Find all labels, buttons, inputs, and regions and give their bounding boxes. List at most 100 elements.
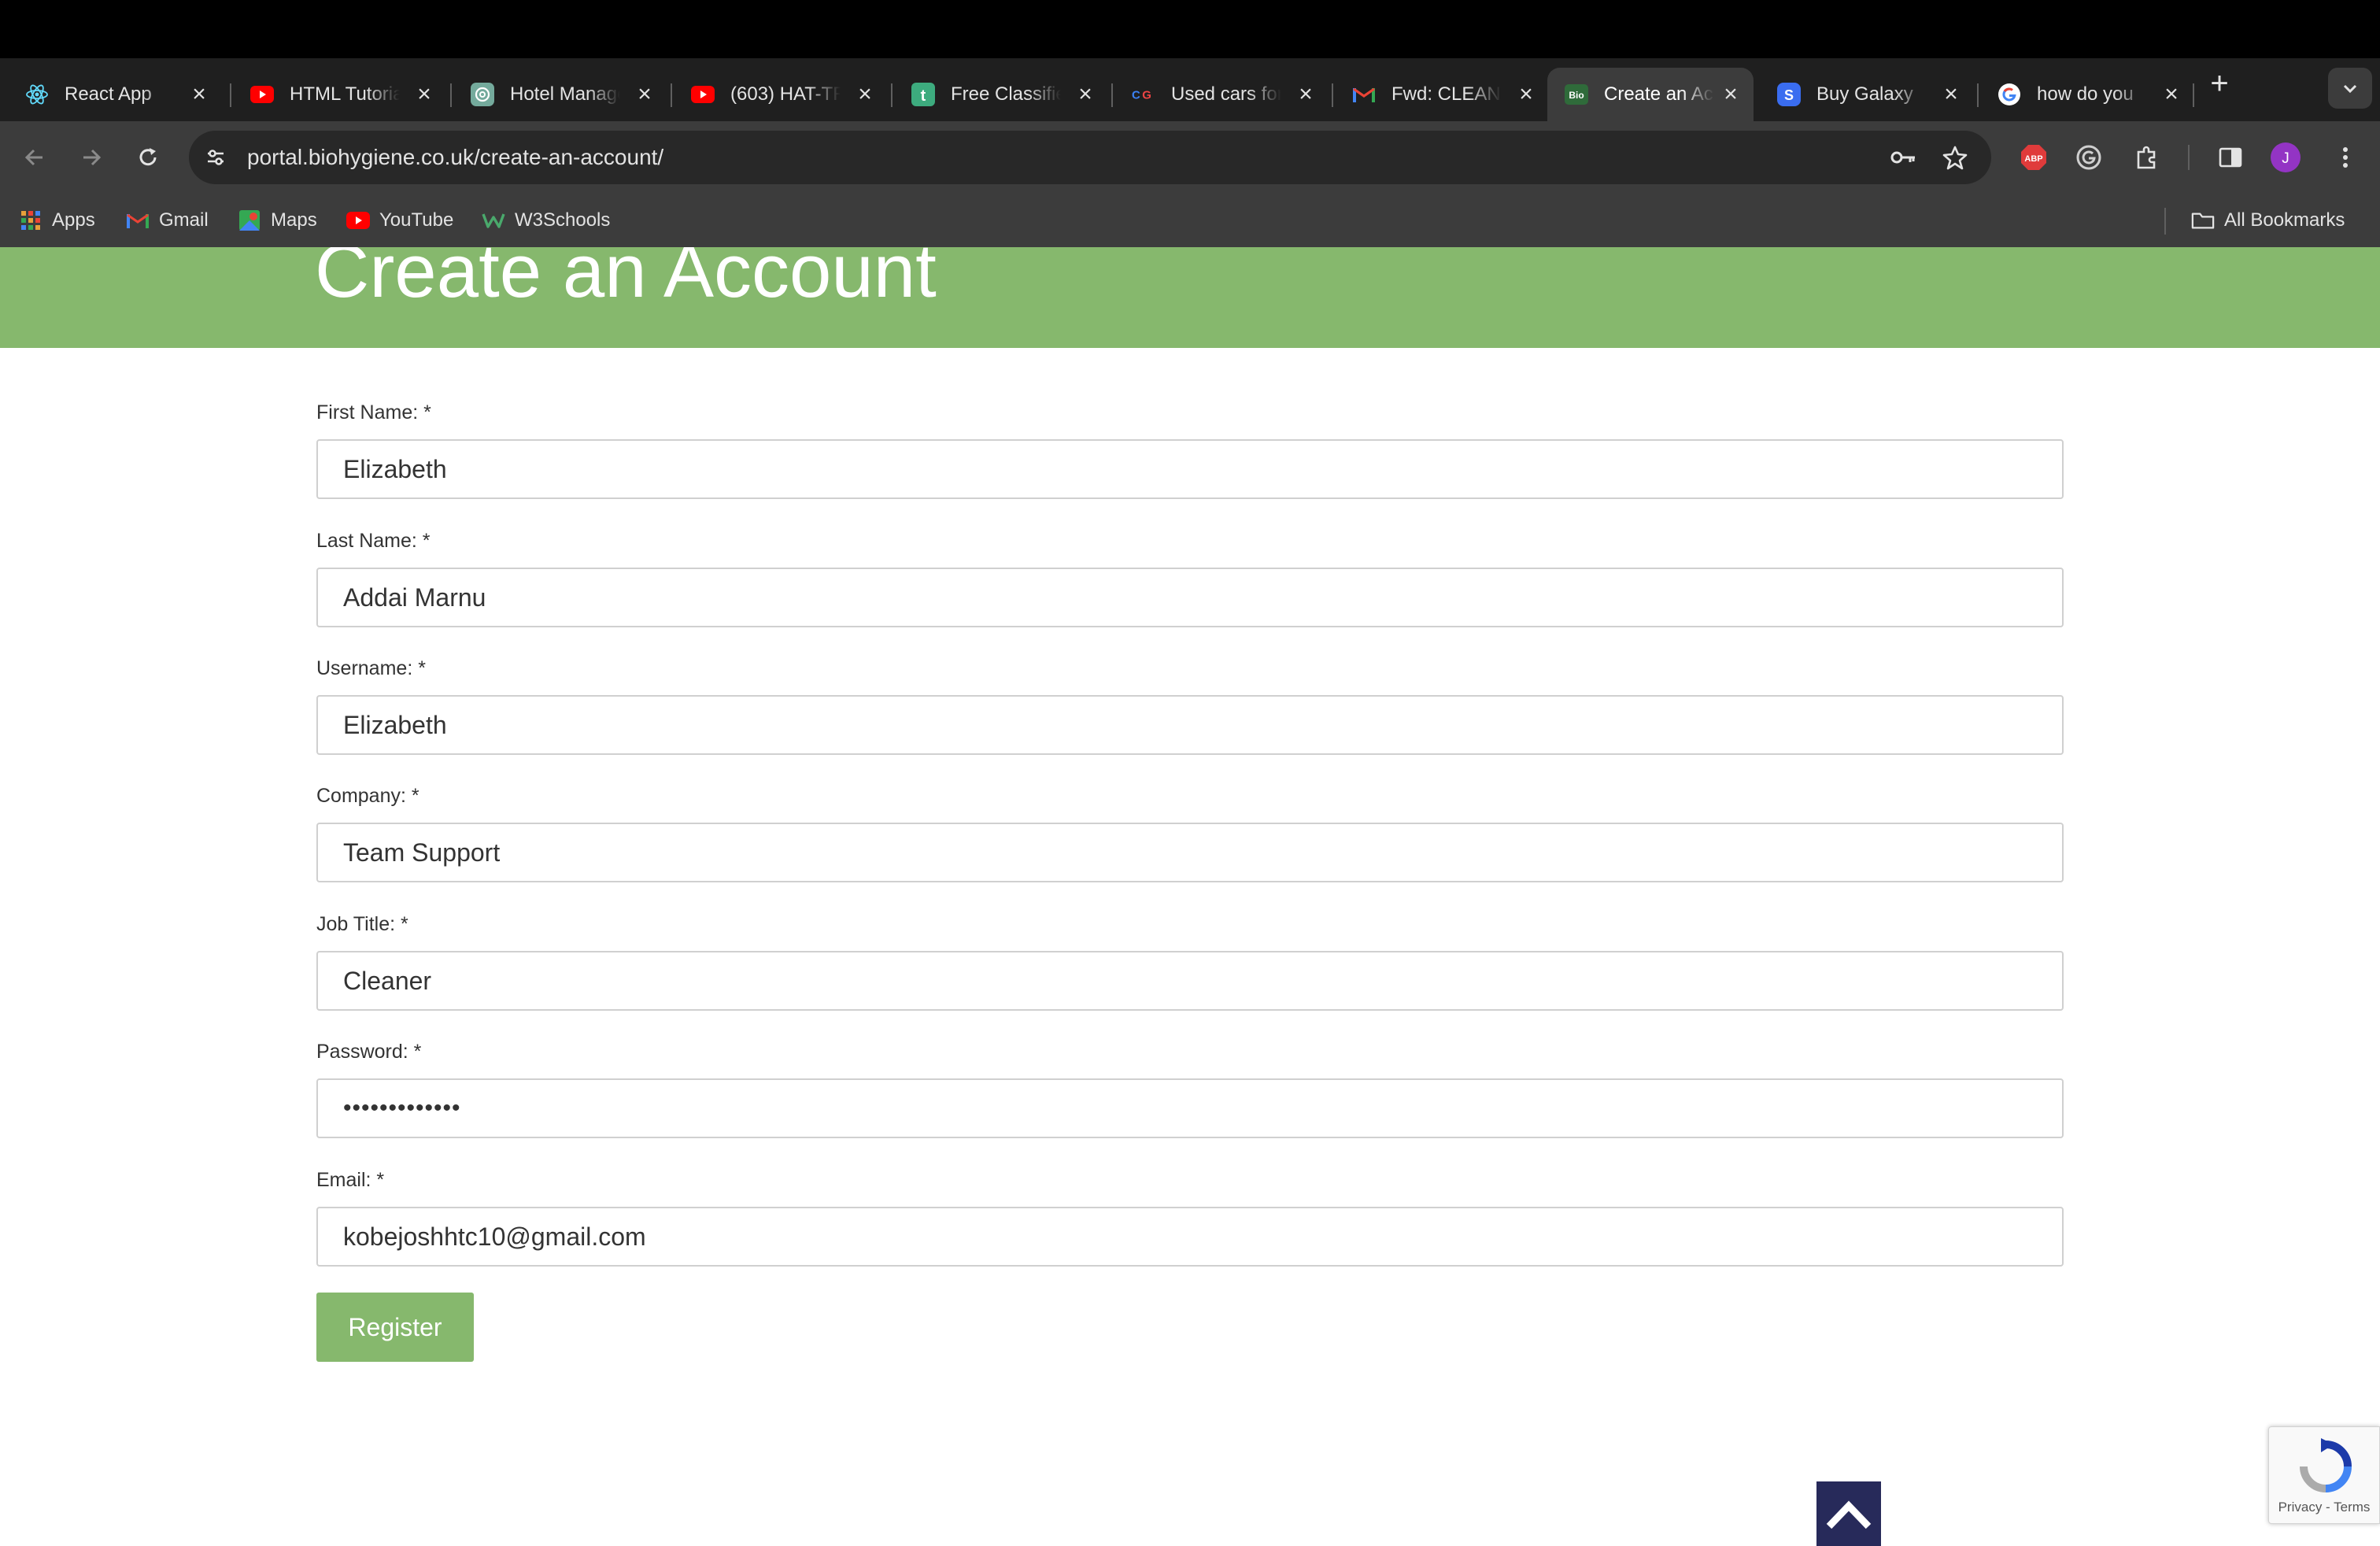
tab-search-button[interactable] xyxy=(2328,68,2372,109)
bookmark-label: Apps xyxy=(52,209,95,231)
tab-react-app[interactable]: React App × xyxy=(8,68,222,121)
profile-button[interactable]: J xyxy=(2267,139,2304,176)
arrow-left-icon xyxy=(24,149,42,166)
tab-separator xyxy=(1332,83,1333,107)
bookmark-label: W3Schools xyxy=(515,209,611,231)
page-title: Create an Account xyxy=(315,247,937,313)
tab-label: HTML Tutorial xyxy=(290,83,400,105)
password-input[interactable] xyxy=(316,1078,2064,1138)
recaptcha-badge[interactable]: Privacy - Terms xyxy=(2268,1426,2380,1524)
arrow-right-icon xyxy=(83,149,102,166)
grammarly-extension[interactable] xyxy=(2070,139,2108,176)
side-panel-icon xyxy=(2219,147,2242,168)
avatar: J xyxy=(2271,142,2301,172)
tab-fwd-cleaner[interactable]: Fwd: CLEANER × xyxy=(1335,68,1549,121)
close-icon[interactable]: × xyxy=(1719,83,1743,106)
w3schools-icon xyxy=(482,209,505,232)
svg-text:S: S xyxy=(1784,87,1794,103)
site-settings-icon[interactable] xyxy=(200,142,231,173)
close-icon[interactable]: × xyxy=(633,83,656,106)
chatgpt-icon xyxy=(471,83,494,106)
os-top-bar xyxy=(0,0,2380,58)
tab-separator xyxy=(450,83,452,107)
biohygiene-icon: Bio xyxy=(1565,83,1588,106)
first-name-label: First Name: * xyxy=(316,401,431,423)
all-bookmarks-label: All Bookmarks xyxy=(2224,209,2345,231)
close-icon[interactable]: × xyxy=(412,83,436,106)
bookmark-label: Gmail xyxy=(159,209,209,231)
tab-label: Free Classifieds xyxy=(951,83,1061,105)
tab-strip: React App × HTML Tutorial × Hotel Manage… xyxy=(0,58,2380,121)
tab-label: React App xyxy=(65,83,152,105)
tab-hotel-management[interactable]: Hotel Management × xyxy=(453,68,667,121)
close-icon[interactable]: × xyxy=(1074,83,1097,106)
tab-used-cars[interactable]: CG Used cars for sale × xyxy=(1114,68,1329,121)
reload-button[interactable] xyxy=(129,139,167,176)
tab-separator xyxy=(1111,83,1113,107)
close-icon[interactable]: × xyxy=(2160,83,2183,106)
job-title-label: Job Title: * xyxy=(316,913,408,935)
password-label: Password: * xyxy=(316,1041,422,1063)
recaptcha-links[interactable]: Privacy - Terms xyxy=(2269,1500,2379,1515)
tab-html-tutorial[interactable]: HTML Tutorial × xyxy=(233,68,447,121)
star-icon[interactable] xyxy=(1939,142,1971,173)
bookmark-youtube[interactable]: YouTube xyxy=(346,206,453,235)
register-button[interactable]: Register xyxy=(316,1293,474,1362)
last-name-input[interactable] xyxy=(316,568,2064,627)
username-input[interactable] xyxy=(316,695,2064,755)
first-name-input[interactable] xyxy=(316,439,2064,499)
tab-label: Used cars for sale xyxy=(1171,83,1281,105)
close-icon[interactable]: × xyxy=(1514,83,1538,106)
tab-label: Buy Galaxy xyxy=(1816,83,1913,105)
bookmarks-separator xyxy=(2164,208,2166,235)
tab-buy-galaxy[interactable]: S Buy Galaxy × xyxy=(1760,68,1974,121)
extensions-button[interactable] xyxy=(2128,139,2166,176)
company-label: Company: * xyxy=(316,785,419,807)
new-tab-button[interactable]: + xyxy=(2204,68,2235,99)
tab-separator xyxy=(2193,83,2194,107)
close-icon[interactable]: × xyxy=(187,83,211,106)
adblock-plus-extension[interactable]: ABP xyxy=(2015,139,2053,176)
tab-hat-trick[interactable]: (603) HAT-TRICK × xyxy=(674,68,888,121)
bookmark-w3schools[interactable]: W3Schools xyxy=(482,206,610,235)
close-icon[interactable]: × xyxy=(853,83,877,106)
company-input[interactable] xyxy=(316,823,2064,882)
recaptcha-icon xyxy=(2300,1438,2352,1492)
close-icon[interactable]: × xyxy=(1939,83,1963,106)
browser-menu-button[interactable] xyxy=(2326,139,2364,176)
close-icon[interactable]: × xyxy=(1294,83,1318,106)
back-to-top-button[interactable] xyxy=(1816,1481,1881,1546)
tab-free-classifieds[interactable]: t Free Classifieds × xyxy=(894,68,1108,121)
svg-text:J: J xyxy=(2282,150,2289,167)
all-bookmarks-button[interactable]: All Bookmarks xyxy=(2191,206,2345,235)
tab-label: Create an Account xyxy=(1604,83,1714,105)
tab-label: Fwd: CLEANER xyxy=(1391,83,1502,105)
email-input[interactable] xyxy=(316,1207,2064,1267)
tab-how-do-you[interactable]: how do you × xyxy=(1980,68,2194,121)
gmail-icon xyxy=(1352,83,1376,106)
bookmark-apps[interactable]: Apps xyxy=(19,206,95,235)
gmail-icon xyxy=(126,209,150,232)
tab-label: (603) HAT-TRICK xyxy=(730,83,841,105)
forward-button[interactable] xyxy=(72,139,110,176)
username-label: Username: * xyxy=(316,657,426,679)
youtube-icon xyxy=(346,209,370,232)
side-panel-button[interactable] xyxy=(2212,139,2249,176)
key-icon[interactable] xyxy=(1887,142,1919,173)
last-name-label: Last Name: * xyxy=(316,530,431,552)
svg-text:t: t xyxy=(921,87,926,105)
url-text[interactable]: portal.biohygiene.co.uk/create-an-accoun… xyxy=(247,145,663,170)
email-label: Email: * xyxy=(316,1169,385,1191)
bookmark-label: Maps xyxy=(271,209,317,231)
job-title-input[interactable] xyxy=(316,951,2064,1011)
react-icon xyxy=(25,83,49,106)
tab-create-an-account[interactable]: Bio Create an Account × xyxy=(1547,68,1754,121)
puzzle-icon xyxy=(2137,146,2156,169)
folder-icon xyxy=(2191,209,2215,232)
bookmark-gmail[interactable]: Gmail xyxy=(126,206,209,235)
bookmarks-bar: Apps Gmail Maps YouTube W3Schools All Bo… xyxy=(0,194,2380,247)
address-bar[interactable]: portal.biohygiene.co.uk/create-an-accoun… xyxy=(189,131,1991,184)
bookmark-maps[interactable]: Maps xyxy=(238,206,317,235)
back-button[interactable] xyxy=(16,139,54,176)
cargurus-icon: CG xyxy=(1132,83,1155,106)
